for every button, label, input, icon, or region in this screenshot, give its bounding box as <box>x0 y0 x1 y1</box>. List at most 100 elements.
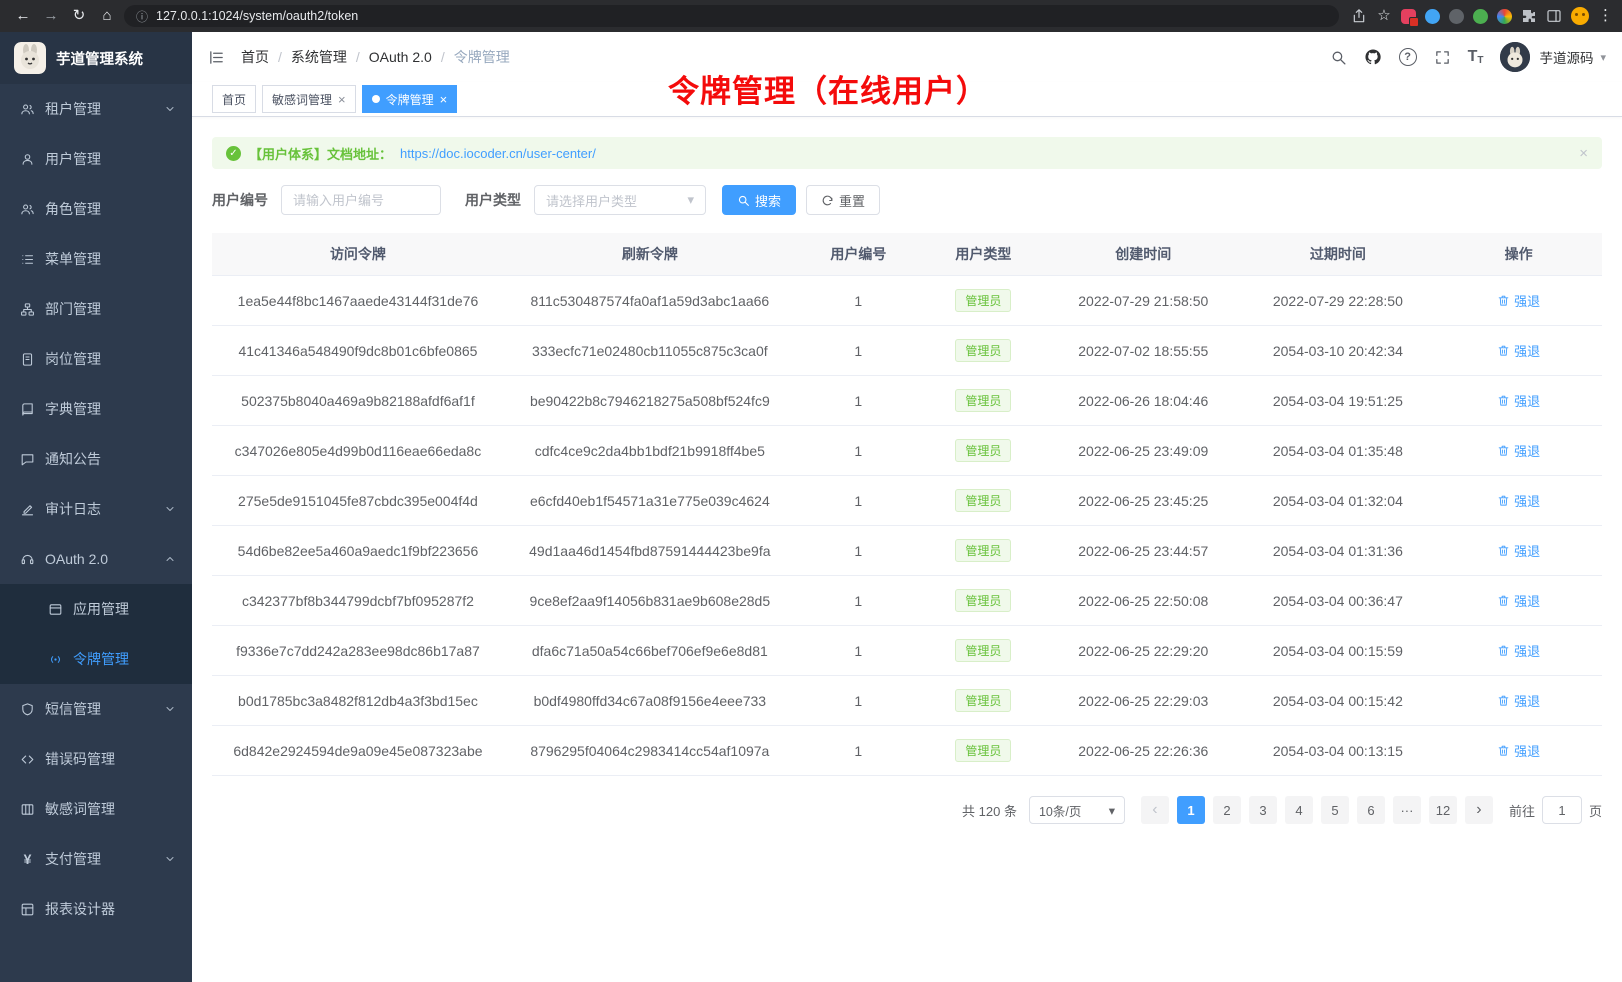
force-logout-button[interactable]: 强退 <box>1497 741 1540 760</box>
page-size-select[interactable]: 10条/页 ▾ <box>1029 796 1125 824</box>
force-logout-button[interactable]: 强退 <box>1497 341 1540 360</box>
sidebar-item-report-designer[interactable]: 报表设计器 <box>0 884 192 934</box>
page-button[interactable]: 2 <box>1213 796 1241 824</box>
search-icon[interactable] <box>1330 49 1347 66</box>
breadcrumb-item[interactable]: OAuth 2.0 <box>369 49 432 65</box>
cell-access-token: c347026e805e4d99b0d116eae66eda8c <box>212 426 504 476</box>
chevron-down-icon <box>164 703 176 715</box>
sidebar-item-dept[interactable]: 部门管理 <box>0 284 192 334</box>
breadcrumb-item[interactable]: 系统管理 <box>291 47 347 67</box>
sidebar-item-oauth-token[interactable]: 令牌管理 <box>0 634 192 684</box>
sidebar: 芋道管理系统 租户管理 用户管理 角色管理 菜单 <box>0 32 192 982</box>
doc-link[interactable]: https://doc.iocoder.cn/user-center/ <box>400 146 596 161</box>
close-icon[interactable]: × <box>338 93 346 106</box>
columns-icon <box>20 802 35 817</box>
extensions-puzzle-icon[interactable] <box>1521 8 1537 24</box>
sidebar-item-pay[interactable]: ¥ 支付管理 <box>0 834 192 884</box>
sidebar-item-oauth[interactable]: OAuth 2.0 <box>0 534 192 584</box>
browser-reload-icon[interactable]: ↻ <box>68 0 90 32</box>
reset-button[interactable]: 重置 <box>806 185 880 215</box>
tab-token-management[interactable]: 令牌管理 × <box>362 85 458 113</box>
sidebar-item-tenant[interactable]: 租户管理 <box>0 84 192 134</box>
github-icon[interactable] <box>1364 48 1382 66</box>
user-type-badge: 管理员 <box>955 689 1011 712</box>
user-type-select[interactable]: 请选择用户类型 ▾ <box>534 185 706 215</box>
sidebar-item-sensitive-word[interactable]: 敏感词管理 <box>0 784 192 834</box>
browser-forward-icon[interactable]: → <box>40 0 62 32</box>
search-button[interactable]: 搜索 <box>722 185 796 215</box>
extension-icon[interactable] <box>1497 9 1512 24</box>
force-logout-button[interactable]: 强退 <box>1497 591 1540 610</box>
cell-refresh-token: e6cfd40eb1f54571a31e775e039c4624 <box>504 476 796 526</box>
cell-user-type: 管理员 <box>921 626 1046 676</box>
page-button[interactable]: 12 <box>1429 796 1457 824</box>
cell-actions: 强退 <box>1435 676 1602 726</box>
sidebar-item-errcode[interactable]: 错误码管理 <box>0 734 192 784</box>
sidebar-item-oauth-app[interactable]: 应用管理 <box>0 584 192 634</box>
goto-page-input[interactable] <box>1542 796 1582 824</box>
close-icon[interactable]: × <box>440 93 448 106</box>
user-id-input[interactable] <box>281 185 441 215</box>
tab-sensitive-word[interactable]: 敏感词管理 × <box>262 85 356 113</box>
extension-icon[interactable] <box>1449 9 1464 24</box>
sidebar-item-sms[interactable]: 短信管理 <box>0 684 192 734</box>
force-logout-button[interactable]: 强退 <box>1497 391 1540 410</box>
cell-expire-time: 2054-03-04 19:51:25 <box>1241 376 1436 426</box>
sidebar-item-notice[interactable]: 通知公告 <box>0 434 192 484</box>
page-button[interactable]: 3 <box>1249 796 1277 824</box>
cell-refresh-token: cdfc4ce9c2da4bb1bdf21b9918ff4be5 <box>504 426 796 476</box>
prev-page-button[interactable]: ‹ <box>1141 796 1169 824</box>
side-panel-icon[interactable] <box>1546 8 1562 24</box>
sidebar-item-post[interactable]: 岗位管理 <box>0 334 192 384</box>
app-logo[interactable]: 芋道管理系统 <box>0 32 192 84</box>
browser-profile-avatar[interactable] <box>1571 7 1589 25</box>
force-logout-button[interactable]: 强退 <box>1497 291 1540 310</box>
layout-icon <box>20 902 35 917</box>
breadcrumb-item[interactable]: 首页 <box>241 47 269 67</box>
page-button[interactable]: 6 <box>1357 796 1385 824</box>
user-name[interactable]: 芋道源码 <box>1539 47 1593 67</box>
user-icon <box>20 152 35 167</box>
extension-icon[interactable] <box>1401 9 1416 24</box>
page-content: ✓ 【用户体系】文档地址： https://doc.iocoder.cn/use… <box>192 117 1622 982</box>
force-logout-button[interactable]: 强退 <box>1497 641 1540 660</box>
address-bar[interactable]: ⓘ 127.0.0.1:1024/system/oauth2/token <box>124 5 1339 27</box>
tab-home[interactable]: 首页 <box>212 85 256 113</box>
role-icon <box>20 202 35 217</box>
cell-user-type: 管理员 <box>921 426 1046 476</box>
site-info-icon[interactable]: ⓘ <box>136 8 148 25</box>
collapse-sidebar-icon[interactable] <box>208 49 225 66</box>
extension-icon[interactable] <box>1425 9 1440 24</box>
chevron-up-icon <box>164 553 176 565</box>
more-pages-button[interactable]: ··· <box>1393 796 1421 824</box>
sidebar-item-role[interactable]: 角色管理 <box>0 184 192 234</box>
page-button[interactable]: 1 <box>1177 796 1205 824</box>
caret-down-icon[interactable]: ▾ <box>1600 51 1606 64</box>
force-logout-button[interactable]: 强退 <box>1497 441 1540 460</box>
force-logout-button[interactable]: 强退 <box>1497 691 1540 710</box>
force-logout-button[interactable]: 强退 <box>1497 491 1540 510</box>
next-page-button[interactable]: › <box>1465 796 1493 824</box>
cell-refresh-token: 9ce8ef2aa9f14056b831ae9b608e28d5 <box>504 576 796 626</box>
sidebar-item-user[interactable]: 用户管理 <box>0 134 192 184</box>
sidebar-item-menu[interactable]: 菜单管理 <box>0 234 192 284</box>
font-size-icon[interactable]: TT <box>1468 48 1484 66</box>
sidebar-item-audit[interactable]: 审计日志 <box>0 484 192 534</box>
help-icon[interactable]: ? <box>1399 48 1417 66</box>
col-created-time: 创建时间 <box>1046 233 1241 276</box>
user-avatar[interactable] <box>1500 42 1530 72</box>
page-button[interactable]: 4 <box>1285 796 1313 824</box>
extension-icon[interactable] <box>1473 9 1488 24</box>
sidebar-item-dict[interactable]: 字典管理 <box>0 384 192 434</box>
cell-access-token: f9336e7c7dd242a283ee98dc86b17a87 <box>212 626 504 676</box>
browser-menu-icon[interactable]: ⋮ <box>1598 0 1610 32</box>
share-icon[interactable] <box>1351 8 1367 24</box>
yen-icon: ¥ <box>20 851 35 867</box>
browser-back-icon[interactable]: ← <box>12 0 34 32</box>
bookmark-star-icon[interactable]: ☆ <box>1376 0 1392 32</box>
alert-close-icon[interactable]: × <box>1579 145 1588 162</box>
browser-home-icon[interactable]: ⌂ <box>96 0 118 32</box>
page-button[interactable]: 5 <box>1321 796 1349 824</box>
fullscreen-icon[interactable] <box>1434 49 1451 66</box>
force-logout-button[interactable]: 强退 <box>1497 541 1540 560</box>
